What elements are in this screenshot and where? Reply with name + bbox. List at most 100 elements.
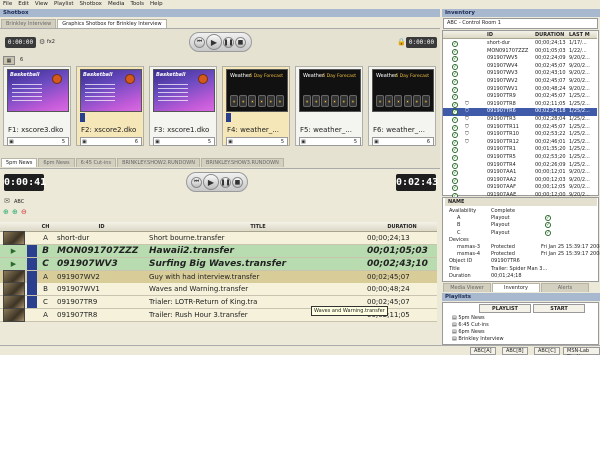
playlist-grid-header: CH ID TITLE DURATION — [0, 222, 437, 232]
tab-graphics-shotbox[interactable]: Graphics Shotbox for Brinkley Interview — [57, 19, 167, 28]
thumb-title: Basketball — [10, 72, 40, 78]
menu-playlist[interactable]: Playlist — [51, 0, 77, 8]
lock-icon[interactable]: 🔒 — [397, 38, 406, 47]
play-arrow-icon: ▶ — [10, 247, 17, 255]
add-channel-icon[interactable]: ⊕ — [12, 208, 18, 217]
playlist-name: Brinkley Interview — [458, 336, 504, 342]
inv-col-id[interactable]: ID — [487, 31, 493, 39]
pause-button[interactable]: ❚❚ — [223, 36, 234, 48]
tab-media-viewer[interactable]: Media Viewer — [443, 283, 491, 292]
shotbox-thumb[interactable]: Basketball F3: xscore1.dko ▣ 5 — [149, 66, 217, 146]
status-check-icon: ✓ — [452, 155, 458, 161]
tab-playlist-3[interactable]: BRINKLEY.SHOW2.RUNDOWN — [117, 158, 200, 167]
playlist-pause-button[interactable]: ❚❚ — [220, 176, 231, 188]
playlists-panel-title: Playlists — [442, 293, 600, 301]
playlist-play-button[interactable]: ▶ — [203, 174, 219, 190]
col-title[interactable]: TITLE — [149, 224, 367, 230]
thumb-info: ▣ 5 — [7, 137, 69, 146]
play-button[interactable]: ▶ — [206, 34, 222, 50]
status-check-icon: ✓ — [452, 117, 458, 123]
menu-shotbox[interactable]: Shotbox — [77, 0, 105, 8]
tab-playlist-4[interactable]: BRINKLEY.SHOW3.RUNDOWN — [200, 158, 284, 167]
playlist-item[interactable]: ▤ Brinkley Interview — [452, 336, 504, 343]
playlist-item[interactable]: ▤ 6pm News — [452, 329, 485, 336]
shotbox-thumb[interactable]: Weather 6 Day Forecast ☀ ☀ ☀ ☀ ☀ ☀ F5: weather_.… — [295, 66, 363, 146]
playlist-name: 5pm News — [458, 315, 485, 321]
thumb-number: 5 — [61, 139, 65, 145]
tab-alerts[interactable]: Alerts — [541, 283, 589, 292]
playlist-item[interactable]: ▤ 5pm News — [452, 315, 485, 322]
layer-icon: ▣ — [228, 139, 233, 145]
tab-playlist-1[interactable]: 6pm News — [38, 158, 75, 167]
selected-marker — [226, 113, 231, 122]
shotbox-mode-button[interactable]: ▦ — [3, 56, 15, 65]
playlist-stop-button[interactable]: ■ — [232, 176, 243, 188]
col-id[interactable]: ID — [54, 224, 149, 230]
row-duration: 00;00;48;24 — [367, 285, 410, 293]
row-id: 091907WV3 — [57, 259, 118, 269]
status-0: ABC[A] — [470, 347, 496, 355]
inv-col-last[interactable]: LAST M — [569, 31, 590, 39]
shotbox-thumb[interactable]: Weather 6 Day Forecast ☀ ☀ ☀ ☀ ☀ ☀ F6: weather_.… — [368, 66, 436, 146]
channel-icon[interactable]: ✉ — [4, 197, 10, 206]
thumb-subtitle: 6 Day Forecast — [395, 74, 429, 79]
status-check-icon: ✓ — [452, 124, 458, 131]
playlist-item[interactable]: ▤ 6:45 Cut-ins — [452, 322, 489, 329]
skip-back-button[interactable]: ⏮ — [194, 36, 205, 48]
shotbox-thumb[interactable]: Basketball F1: xscore3.dko ▣ 5 — [3, 66, 71, 146]
row-status — [27, 271, 37, 283]
status-check-icon: ✓ — [452, 48, 458, 55]
status-check-icon: ✓ — [452, 94, 458, 101]
menu-file[interactable]: File — [0, 0, 15, 8]
col-duration[interactable]: DURATION — [367, 224, 437, 230]
table-row[interactable]: ▶ B MON091707ZZZ Hawaii2.transfer 00;01;05;0… — [0, 245, 437, 258]
tab-brinkley-interview[interactable]: Brinkley Interview — [1, 19, 57, 28]
menu-view[interactable]: View — [32, 0, 51, 8]
tab-inventory[interactable]: Inventory — [492, 283, 540, 292]
table-row[interactable]: B 091907WV1 Waves and Warning.transfer 00;0… — [0, 282, 437, 296]
menu-tools[interactable]: Tools — [127, 0, 147, 8]
layer-icon: ▣ — [374, 139, 379, 145]
weather-icon: ☀ — [303, 95, 311, 107]
weather-icon: ☀ — [230, 95, 238, 107]
playlist-skip-back-button[interactable]: ⏮ — [191, 176, 202, 188]
row-ch: A — [43, 311, 48, 319]
status-2: ABC[C] — [534, 347, 560, 355]
inv-col-duration[interactable]: DURATION — [535, 31, 564, 39]
status-check-icon: ✓ — [452, 56, 458, 63]
table-row[interactable]: ▶ C 091907WV3 Surfing Big Waves.transfer 00;… — [0, 258, 437, 271]
inventory-source-select[interactable]: ABC - Control Room 1 — [443, 18, 598, 29]
menu-media[interactable]: Media — [105, 0, 128, 8]
table-row[interactable]: Ashort-dur Short bourne.transfer 00;00;24;… — [0, 231, 437, 245]
tab-playlist-0[interactable]: 5pm News — [1, 158, 38, 167]
remove-item-icon[interactable]: ⊖ — [21, 208, 27, 217]
playlists-col-start[interactable]: START — [533, 304, 585, 313]
playlists-col-playlist[interactable]: PLAYLIST — [479, 304, 531, 313]
row-status — [27, 296, 37, 308]
tab-playlist-2[interactable]: 6:45 Cut-ins — [75, 158, 117, 167]
stop-button[interactable]: ■ — [235, 36, 246, 48]
row-thumb-cell — [0, 231, 27, 245]
thumb-title: Basketball — [83, 72, 113, 78]
col-ch[interactable]: CH — [37, 224, 54, 230]
thumb-subtitle: 6 Day Forecast — [249, 74, 283, 79]
status-1: ABC[B] — [502, 347, 528, 355]
effect-icon[interactable]: ⚙ — [39, 38, 45, 47]
shotbox-thumb[interactable]: Weather 6 Day Forecast ☀ ☀ ☀ ☀ ☀ ☀ F4: weather_.… — [222, 66, 290, 146]
row-duration: 00;02;45;07 — [367, 273, 410, 281]
thumb-title: Weather — [303, 73, 325, 79]
weather-icon: ☀ — [385, 95, 394, 107]
menu-edit[interactable]: Edit — [15, 0, 32, 8]
video-thumbnail — [2, 231, 25, 245]
shotbox-tabs: Brinkley Interview Graphics Shotbox for … — [1, 18, 439, 28]
thumb-info: ▣ 5 — [153, 137, 215, 146]
status-check-icon: ✓ — [452, 71, 458, 78]
thumb-name: F5: weather_... — [300, 126, 352, 134]
menu-help[interactable]: Help — [147, 0, 166, 8]
thumbnail-image: Basketball — [7, 69, 69, 112]
shotbox-thumb[interactable]: Basketball F2: xscore2.dko ▣ 6 — [76, 66, 144, 146]
thumb-info: ▣ 5 — [226, 137, 288, 146]
thumb-title: Weather — [230, 73, 252, 79]
status-check-icon: ✓ — [452, 101, 458, 108]
add-item-icon[interactable]: ⊕ — [3, 208, 9, 217]
